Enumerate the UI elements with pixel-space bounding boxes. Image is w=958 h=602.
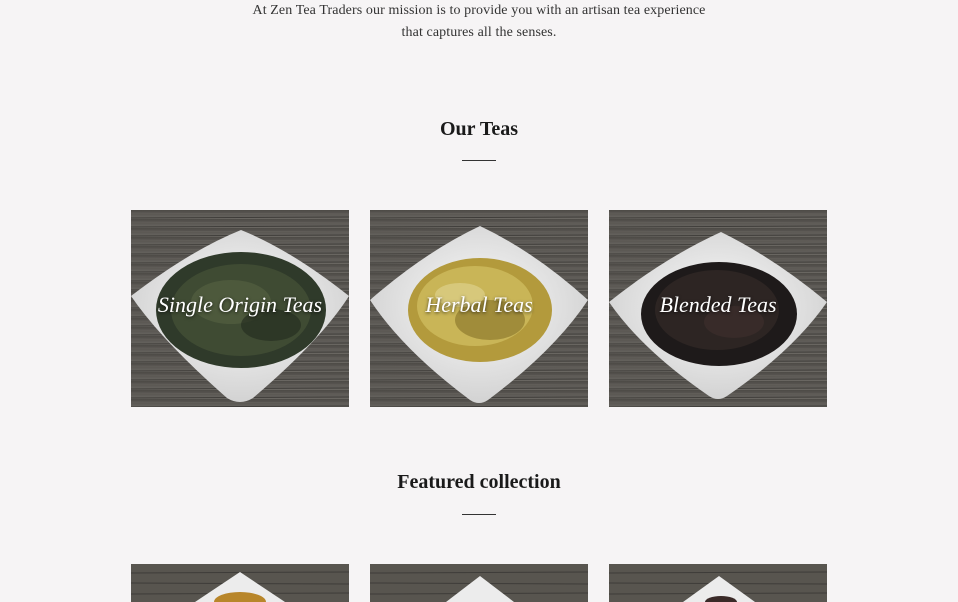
mission-line-1: At Zen Tea Traders our mission is to pro… (252, 3, 706, 18)
featured-product-card[interactable] (609, 564, 827, 602)
blended-label: Blended Teas (659, 292, 777, 317)
tea-card-herbal[interactable]: Herbal Teas (370, 210, 588, 407)
mission-statement: At Zen Tea Traders our mission is to pro… (0, 0, 958, 44)
herbal-label: Herbal Teas (425, 292, 533, 317)
tea-card-single-origin[interactable]: Single Origin Teas (131, 210, 349, 407)
featured-product-image (370, 564, 588, 602)
mission-line-2: that captures all the senses. (401, 25, 557, 40)
tea-card-blended[interactable]: Blended Teas (609, 210, 827, 407)
our-teas-divider (462, 160, 496, 161)
single-origin-label: Single Origin Teas (157, 292, 323, 317)
featured-collection-heading: Featured collection (397, 471, 561, 493)
our-teas-heading: Our Teas (440, 118, 518, 140)
featured-product-card[interactable] (131, 564, 349, 602)
featured-divider (462, 514, 496, 515)
featured-product-image (131, 564, 349, 602)
featured-product-card[interactable] (370, 564, 588, 602)
featured-product-image (609, 564, 827, 602)
